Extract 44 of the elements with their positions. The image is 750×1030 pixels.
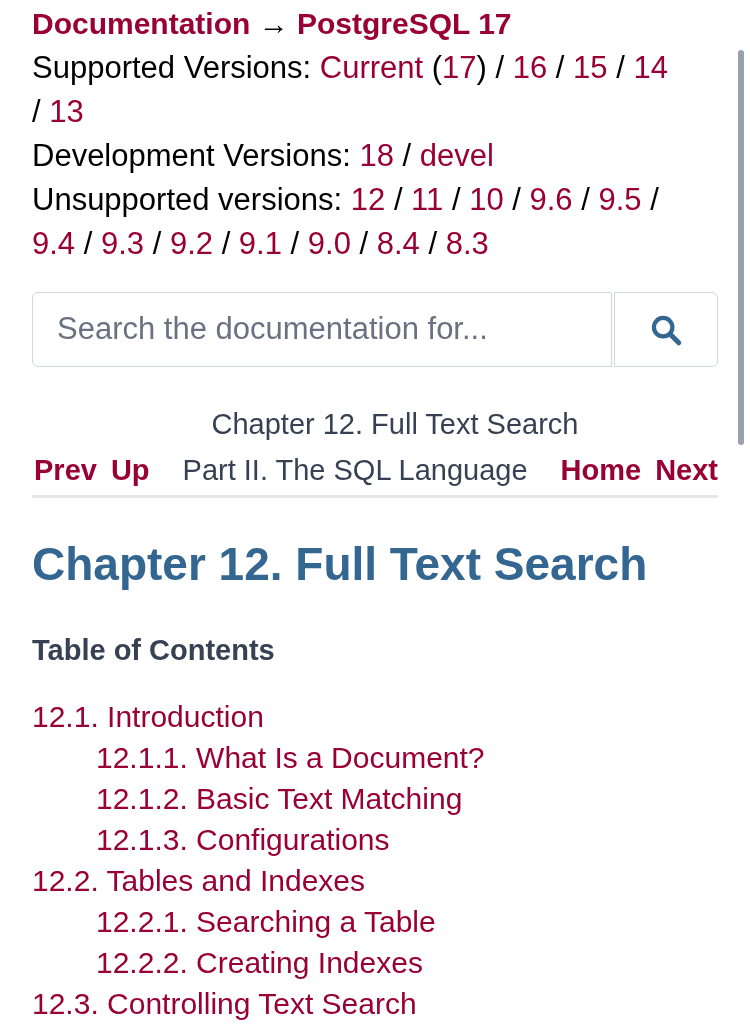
version-link[interactable]: 15 [573,50,608,85]
versions-text: Development Versions: 18 / devel [32,137,495,175]
version-link[interactable]: 16 [512,50,548,85]
toc-link[interactable]: 12.2.1. Searching a Table [96,905,436,938]
version-link[interactable]: 9.3 [100,226,145,261]
version-link[interactable]: 8.4 [376,226,420,261]
version-link[interactable]: 13 [49,94,84,129]
toc-link[interactable]: 12.1.2. Basic Text Matching [96,782,463,815]
page-heading: Chapter 12. Full Text Search [32,537,649,592]
toc-link[interactable]: 12.1. Introduction [32,700,264,733]
versions-text: Unsupported versions: 12 / 11 / 10 / 9.6 / 9.5 / 9.4 / 9.3 / 9.2 / 9.1 / 9.0 / 8.4 / 8.3 [32,181,660,263]
version-link[interactable]: 8.3 [445,226,489,261]
toc-link[interactable]: 12.3. Controlling Text Search [32,987,417,1020]
search-button[interactable] [614,292,718,367]
toc-link[interactable]: 12.2.2. Creating Indexes [96,946,423,979]
version-link[interactable]: 9.5 [598,182,642,217]
breadcrumb: Documentation → PostgreSQL 17 [32,6,513,42]
version-link[interactable]: 14 [633,50,668,85]
next-link[interactable]: Next [655,449,718,491]
part-title: Part II. The SQL Language [181,453,529,488]
home-link[interactable]: Home [560,449,642,491]
version-link[interactable]: 11 [411,182,444,217]
version-link[interactable]: 9.4 [32,226,76,261]
version-link[interactable]: 9.2 [169,226,213,261]
toc-title: Table of Contents [32,633,276,668]
version-link[interactable]: 10 [469,182,504,217]
version-link[interactable]: 17 [442,50,477,85]
version-link[interactable]: 9.0 [307,226,351,261]
version-link[interactable]: 9.1 [238,226,282,261]
toc-link[interactable]: 12.1.1. What Is a Document? [96,741,485,774]
version-link[interactable]: 18 [359,138,394,173]
version-link[interactable]: 12 [350,182,386,217]
toc-link[interactable]: 12.2. Tables and Indexes [32,864,366,897]
version-link[interactable]: 9.6 [529,182,573,217]
scrollbar[interactable] [738,50,744,445]
chapter-title: Chapter 12. Full Text Search [210,407,580,442]
up-link[interactable]: Up [110,449,150,491]
prev-link[interactable]: Prev [32,449,97,491]
toc-link[interactable]: 12.1.3. Configurations [96,823,390,856]
breadcrumb-link[interactable]: PostgreSQL 17 [297,7,512,40]
version-link[interactable]: Current [319,50,424,85]
search-field[interactable]: Search the documentation for... [32,292,612,367]
version-link[interactable]: devel [419,138,494,173]
breadcrumb-link[interactable]: Documentation [32,7,251,40]
